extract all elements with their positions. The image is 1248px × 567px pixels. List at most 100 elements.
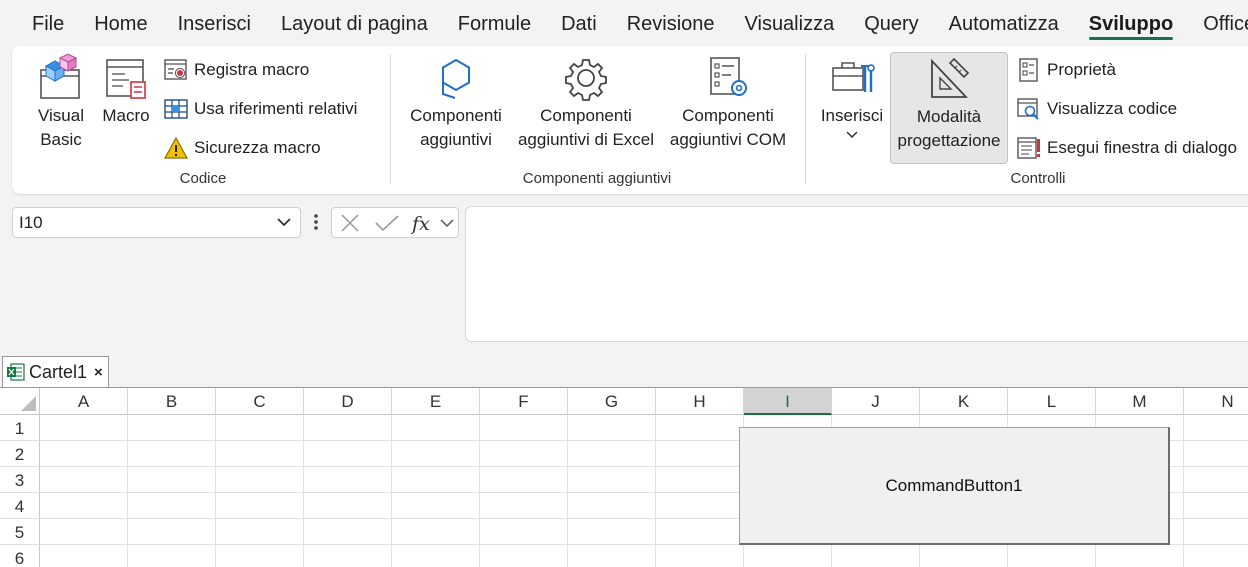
warning-icon [164, 136, 188, 160]
column-header-e[interactable]: E [392, 388, 480, 415]
visual-basic-button[interactable]: Visual Basic [32, 52, 90, 152]
grid-line [303, 415, 304, 567]
menu-bar: File Home Inserisci Layout di pagina For… [0, 0, 1248, 46]
design-mode-icon [931, 57, 970, 98]
toolbox-icon [832, 62, 875, 92]
run-dialog-icon [1017, 136, 1041, 160]
usa-riferimenti-label: Usa riferimenti relativi [194, 99, 358, 118]
column-header-m[interactable]: M [1096, 388, 1184, 415]
row-header-2[interactable]: 2 [0, 441, 40, 467]
row-header-6[interactable]: 6 [0, 545, 40, 567]
sicurezza-macro-button[interactable]: Sicurezza macro [164, 136, 321, 160]
record-macro-icon [164, 58, 188, 82]
esegui-finestra-label: Esegui finestra di dialogo [1047, 138, 1237, 157]
confirm-check-icon[interactable] [374, 214, 400, 232]
formula-actions: fx [331, 207, 459, 238]
formula-input[interactable] [465, 206, 1248, 342]
column-header-n[interactable]: N [1184, 388, 1248, 415]
tab-automatizza[interactable]: Automatizza [934, 0, 1074, 46]
group-separator [805, 54, 806, 184]
sicurezza-macro-label: Sicurezza macro [194, 138, 321, 157]
properties-icon [1017, 58, 1041, 82]
chevron-down-icon [818, 128, 886, 142]
column-header-a[interactable]: A [40, 388, 128, 415]
column-header-l[interactable]: L [1008, 388, 1096, 415]
visual-basic-icon [40, 53, 80, 99]
tab-formule[interactable]: Formule [443, 0, 546, 46]
comp-agg-label-1: Componenti [410, 106, 502, 125]
macro-label: Macro [102, 106, 150, 125]
insert-function-icon[interactable]: fx [410, 211, 436, 235]
column-header-b[interactable]: B [128, 388, 216, 415]
row-header-3[interactable]: 3 [0, 467, 40, 493]
tab-office-t[interactable]: Office T [1188, 0, 1248, 46]
grid-line [391, 415, 392, 567]
macro-button[interactable]: Macro [98, 52, 154, 128]
visual-basic-label-2: Basic [40, 130, 82, 149]
relative-references-icon [164, 97, 188, 121]
tab-file[interactable]: File [0, 0, 79, 46]
column-header-j[interactable]: J [832, 388, 920, 415]
group-separator [390, 54, 391, 184]
inserisci-label: Inserisci [820, 106, 884, 125]
column-header-k[interactable]: K [920, 388, 1008, 415]
column-header-g[interactable]: G [568, 388, 656, 415]
column-header-i[interactable]: I [744, 388, 832, 415]
tab-visualizza[interactable]: Visualizza [730, 0, 850, 46]
name-box[interactable]: I10 [12, 207, 301, 238]
column-header-h[interactable]: H [656, 388, 744, 415]
add-ins-hexagon-icon [442, 58, 470, 99]
column-header-d[interactable]: D [304, 388, 392, 415]
esegui-finestra-di-dialogo-button[interactable]: Esegui finestra di dialogo [1017, 136, 1237, 160]
tab-sviluppo[interactable]: Sviluppo [1074, 0, 1188, 46]
modalita-label-1: Modalità [916, 107, 982, 126]
row-header-5[interactable]: 5 [0, 519, 40, 545]
componenti-aggiuntivi-com-button[interactable]: Componenti aggiuntivi COM [664, 52, 792, 152]
grid-line [215, 415, 216, 567]
modalita-label-2: progettazione [897, 131, 1001, 150]
tab-inserisci[interactable]: Inserisci [163, 0, 266, 46]
tab-query[interactable]: Query [849, 0, 933, 46]
registra-macro-button[interactable]: Registra macro [164, 58, 309, 82]
row-header-1[interactable]: 1 [0, 415, 40, 441]
grid-line [567, 415, 568, 567]
comp-agg-label-2: aggiuntivi [420, 130, 492, 149]
usa-riferimenti-relativi-button[interactable]: Usa riferimenti relativi [164, 97, 357, 121]
workbook-tab[interactable]: Cartel1 × [2, 356, 109, 387]
group-label-codice: Codice [179, 170, 227, 187]
modalita-progettazione-button[interactable]: Modalità progettazione [890, 52, 1008, 164]
tab-home[interactable]: Home [79, 0, 162, 46]
tab-layout-di-pagina[interactable]: Layout di pagina [266, 0, 443, 46]
registra-macro-label: Registra macro [194, 60, 310, 79]
select-all-corner[interactable] [0, 388, 40, 415]
close-tab-icon[interactable]: × [94, 364, 103, 381]
componenti-aggiuntivi-button[interactable]: Componenti aggiuntivi [404, 52, 508, 152]
view-code-icon [1017, 97, 1041, 121]
column-header-f[interactable]: F [480, 388, 568, 415]
comp-com-label-2: aggiuntivi COM [669, 130, 787, 149]
command-button-label: CommandButton1 [885, 475, 1023, 495]
group-label-componenti: Componenti aggiuntivi [522, 170, 672, 187]
componenti-aggiuntivi-excel-button[interactable]: Componenti aggiuntivi di Excel [512, 52, 660, 152]
com-addins-icon [710, 57, 747, 96]
command-button-1[interactable]: CommandButton1 [739, 427, 1170, 545]
tab-revisione[interactable]: Revisione [612, 0, 730, 46]
inserisci-controllo-button[interactable]: Inserisci [818, 52, 886, 142]
excel-workbook-icon [7, 363, 25, 381]
comp-excel-label-1: Componenti [540, 106, 632, 125]
name-box-value: I10 [19, 213, 43, 232]
svg-text:fx: fx [410, 213, 430, 235]
cancel-icon[interactable] [340, 214, 360, 232]
visualizza-codice-label: Visualizza codice [1047, 99, 1178, 118]
visualizza-codice-button[interactable]: Visualizza codice [1017, 97, 1177, 121]
tab-dati[interactable]: Dati [546, 0, 612, 46]
grid-line [127, 415, 128, 567]
gear-icon [565, 59, 607, 101]
chevron-down-icon[interactable] [276, 208, 292, 246]
more-options-icon[interactable] [310, 210, 322, 234]
column-header-c[interactable]: C [216, 388, 304, 415]
row-header-4[interactable]: 4 [0, 493, 40, 519]
proprieta-button[interactable]: Proprietà [1017, 58, 1116, 82]
group-label-controlli: Controlli [1010, 170, 1066, 187]
chevron-down-icon[interactable] [440, 218, 454, 228]
